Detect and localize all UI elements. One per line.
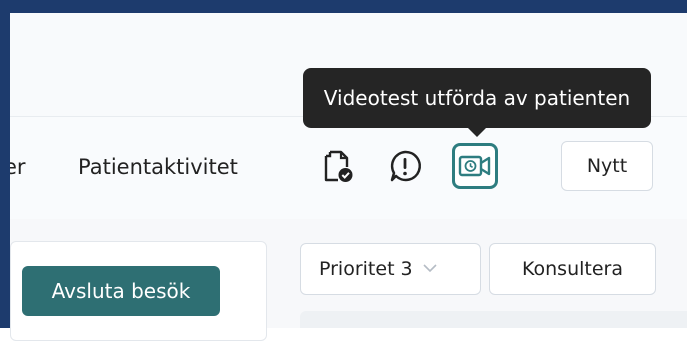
video-camera-icon — [458, 155, 491, 177]
video-test-tooltip: Videotest utförda av patienten — [303, 68, 651, 128]
window-top-border — [0, 0, 687, 13]
consult-button-label: Konsultera — [522, 258, 623, 280]
tab-partial-label: er — [10, 155, 26, 179]
tooltip-arrow — [467, 127, 487, 137]
new-button[interactable]: Nytt — [561, 141, 653, 191]
content-panel-top — [300, 311, 687, 328]
chevron-down-icon — [423, 261, 437, 277]
end-visit-button[interactable]: Avsluta besök — [22, 266, 220, 316]
end-visit-label: Avsluta besök — [51, 279, 191, 303]
priority-select-value: Prioritet 3 — [319, 258, 413, 280]
app-window: er Patientaktivitet Nytt Videotest utför… — [0, 0, 687, 341]
alert-button[interactable] — [382, 143, 428, 189]
tooltip-text: Videotest utförda av patienten — [323, 86, 631, 110]
tab-patientaktivitet-label: Patientaktivitet — [78, 155, 238, 179]
tab-partial[interactable]: er — [10, 155, 32, 179]
window-left-border — [0, 0, 10, 328]
document-check-button[interactable] — [316, 143, 362, 189]
tab-patientaktivitet[interactable]: Patientaktivitet — [78, 155, 238, 179]
new-button-label: Nytt — [586, 155, 628, 177]
consult-button[interactable]: Konsultera — [489, 243, 656, 295]
priority-select[interactable]: Prioritet 3 — [300, 243, 481, 295]
exclamation-circle-icon — [390, 150, 421, 182]
video-test-button[interactable] — [452, 143, 498, 189]
document-check-icon — [324, 150, 353, 182]
